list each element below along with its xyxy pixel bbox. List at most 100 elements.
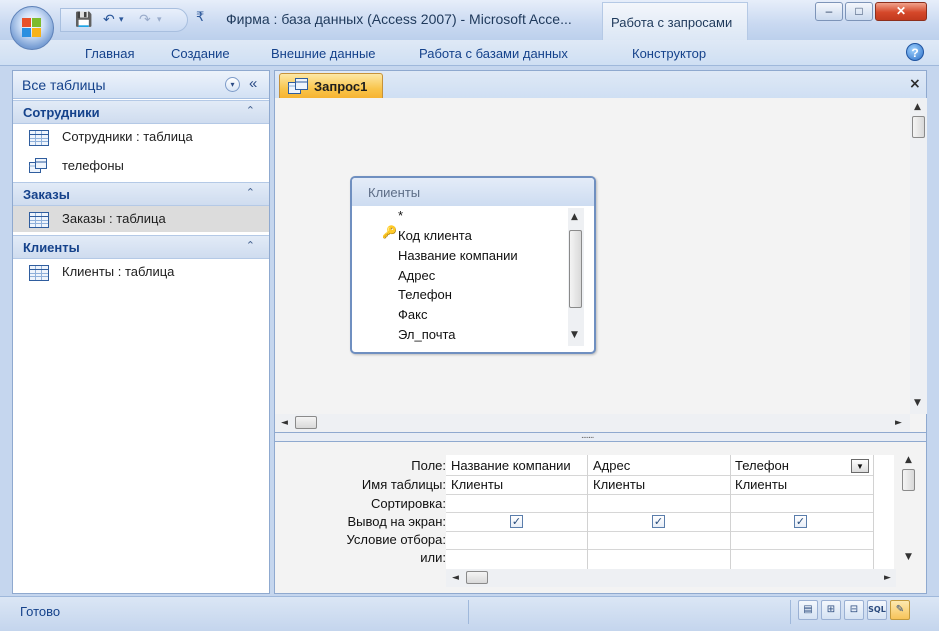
shutter-bar-collapse-icon[interactable]: « <box>249 75 257 92</box>
redo-dropdown-icon[interactable]: ▾ <box>157 12 162 28</box>
nav-item-label: Сотрудники : таблица <box>62 129 193 144</box>
row-label-show: Вывод на экран: <box>347 514 446 529</box>
splitter-grip-icon: ....... <box>581 430 594 441</box>
nav-group-sotrudniki[interactable]: Сотрудники ⌃ <box>13 100 269 124</box>
nav-group-zakazy[interactable]: Заказы ⌃ <box>13 182 269 206</box>
context-tab-group: Работа с запросами <box>602 2 748 40</box>
field-item[interactable]: Телефон <box>398 287 452 302</box>
tab-external-data[interactable]: Внешние данные <box>271 46 376 61</box>
nav-group-klienty[interactable]: Клиенты ⌃ <box>13 235 269 259</box>
scroll-thumb[interactable] <box>569 230 582 308</box>
scroll-right-icon[interactable]: ► <box>884 573 891 583</box>
sql-view-button[interactable]: SQL <box>867 600 887 620</box>
scroll-right-icon[interactable]: ► <box>895 418 902 428</box>
scroll-thumb[interactable] <box>466 571 488 584</box>
row-label-field: Поле: <box>411 458 446 473</box>
datasheet-view-button[interactable]: ▤ <box>798 600 818 620</box>
field-item[interactable]: Код клиента <box>398 228 472 243</box>
field-list-scrollbar[interactable]: ▲ ▼ <box>568 208 584 346</box>
field-item[interactable]: Эл_почта <box>398 327 456 342</box>
grid-cell-table[interactable]: Клиенты <box>735 477 787 492</box>
field-list-klienty[interactable]: Клиенты * 🔑 Код клиента Название компани… <box>350 176 596 354</box>
table-icon <box>29 130 49 146</box>
navigation-pane: Все таблицы ▾ « Сотрудники ⌃ Сотрудники … <box>12 70 270 594</box>
scroll-up-icon[interactable]: ▲ <box>914 102 921 112</box>
scroll-up-icon[interactable]: ▲ <box>571 212 578 222</box>
help-icon[interactable]: ? <box>906 43 924 61</box>
primary-key-icon: 🔑 <box>382 225 397 239</box>
grid-vertical-scrollbar[interactable]: ▲ ▼ <box>896 452 924 564</box>
window-title: Фирма : база данных (Access 2007) - Micr… <box>226 11 572 27</box>
row-label-sort: Сортировка: <box>371 496 446 511</box>
customize-qat-icon[interactable]: ₹ <box>196 9 204 25</box>
field-item[interactable]: Адрес <box>398 268 435 283</box>
collapse-group-icon[interactable]: ⌃ <box>246 239 255 252</box>
tab-design[interactable]: Конструктор <box>632 46 706 61</box>
grid-cell-field[interactable]: Название компании <box>451 458 587 473</box>
nav-item-label: Заказы : таблица <box>62 211 166 226</box>
scroll-down-icon[interactable]: ▼ <box>914 398 921 408</box>
scroll-thumb[interactable] <box>912 116 925 138</box>
nav-item-telefony-query[interactable]: телефоны <box>13 153 269 179</box>
nav-item-zakazy-table[interactable]: Заказы : таблица <box>13 206 269 232</box>
nav-pane-header[interactable]: Все таблицы ▾ « <box>13 71 269 99</box>
nav-pane-title: Все таблицы <box>22 77 106 93</box>
grid-horizontal-scrollbar[interactable]: ◄ ► <box>446 569 896 587</box>
scroll-thumb[interactable] <box>902 469 915 491</box>
scroll-up-icon[interactable]: ▲ <box>905 455 912 465</box>
nav-group-label: Заказы <box>23 187 70 202</box>
maximize-button[interactable]: □ <box>845 2 873 21</box>
table-icon <box>29 265 49 281</box>
document-tab-label: Запрос1 <box>314 79 368 94</box>
grid-cell-field[interactable]: Телефон <box>735 458 845 473</box>
pivotchart-view-button[interactable]: ⊟ <box>844 600 864 620</box>
row-label-criteria: Условие отбора: <box>346 532 446 547</box>
field-list-title-bar[interactable]: Клиенты <box>352 178 594 206</box>
table-icon <box>29 212 49 228</box>
tab-database-tools[interactable]: Работа с базами данных <box>419 46 568 61</box>
collapse-group-icon[interactable]: ⌃ <box>246 104 255 117</box>
field-item[interactable]: Факс <box>398 307 427 322</box>
undo-icon[interactable]: ↶ <box>103 12 115 28</box>
close-document-icon[interactable]: × <box>909 76 921 92</box>
scroll-down-icon[interactable]: ▼ <box>905 552 912 562</box>
office-logo-icon <box>22 18 42 38</box>
grid-cell-table[interactable]: Клиенты <box>593 477 645 492</box>
field-item[interactable]: Название компании <box>398 248 518 263</box>
scroll-left-icon[interactable]: ◄ <box>281 418 288 428</box>
field-item[interactable]: * <box>398 208 403 223</box>
grid-cell-field[interactable]: Адрес <box>593 458 729 473</box>
office-button[interactable] <box>10 6 54 50</box>
nav-item-label: Клиенты : таблица <box>62 264 175 279</box>
pane-splitter[interactable]: ....... <box>274 430 927 442</box>
status-divider <box>790 600 791 624</box>
query-icon <box>288 78 308 94</box>
minimize-button[interactable]: – <box>815 2 843 21</box>
redo-icon[interactable]: ↷ <box>139 12 151 28</box>
pivottable-view-button[interactable]: ⊞ <box>821 600 841 620</box>
design-view-button[interactable]: ✎ <box>890 600 910 620</box>
nav-item-klienty-table[interactable]: Клиенты : таблица <box>13 259 269 285</box>
scroll-thumb[interactable] <box>295 416 317 429</box>
document-tab-bar: Запрос1 × <box>274 70 927 99</box>
row-label-table: Имя таблицы: <box>361 477 446 492</box>
grid-column-empty[interactable] <box>874 455 894 571</box>
nav-dropdown-icon[interactable]: ▾ <box>225 77 240 92</box>
field-dropdown-icon[interactable]: ▼ <box>851 459 869 473</box>
tab-query1[interactable]: Запрос1 <box>279 73 383 99</box>
tab-create[interactable]: Создание <box>171 46 230 61</box>
grid-cell-table[interactable]: Клиенты <box>451 477 503 492</box>
scroll-down-icon[interactable]: ▼ <box>571 330 578 340</box>
nav-item-sotrudniki-table[interactable]: Сотрудники : таблица <box>13 124 269 150</box>
undo-dropdown-icon[interactable]: ▾ <box>119 12 124 28</box>
scroll-left-icon[interactable]: ◄ <box>452 573 459 583</box>
close-window-button[interactable]: ✕ <box>875 2 927 21</box>
save-icon[interactable]: 💾 <box>75 12 92 28</box>
upper-vertical-scrollbar[interactable]: ▲ ▼ <box>910 98 927 414</box>
tab-home[interactable]: Главная <box>85 46 134 61</box>
collapse-group-icon[interactable]: ⌃ <box>246 186 255 199</box>
status-text: Готово <box>20 604 61 619</box>
show-checkbox[interactable]: ✓ <box>510 515 523 528</box>
show-checkbox[interactable]: ✓ <box>652 515 665 528</box>
show-checkbox[interactable]: ✓ <box>794 515 807 528</box>
